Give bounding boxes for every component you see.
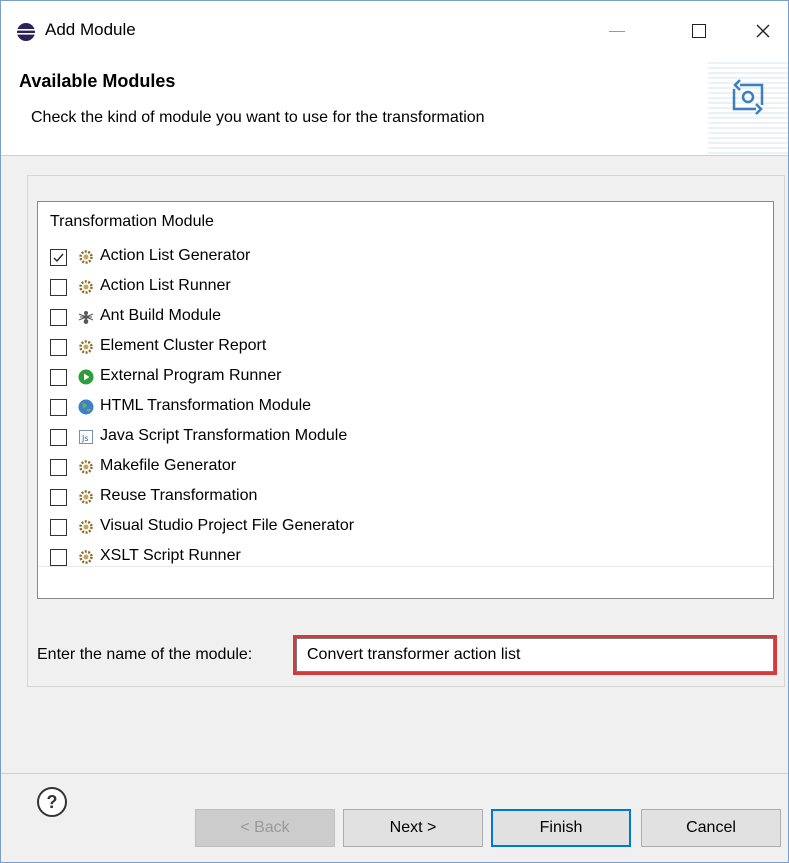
gear-icon [79,460,93,474]
checkbox[interactable] [50,309,67,326]
gear-icon [79,490,93,504]
list-item[interactable]: Reuse Transformation [38,482,773,512]
eclipse-icon [17,23,35,41]
close-button[interactable] [743,11,783,51]
back-button[interactable]: < Back [195,809,335,847]
list-item-label: Action List Generator [100,247,251,264]
ant-icon [78,311,94,324]
module-name-label: Enter the name of the module: [37,646,253,663]
list-item[interactable]: External Program Runner [38,362,773,392]
page-description: Check the kind of module you want to use… [31,109,485,126]
list-item[interactable]: Ant Build Module [38,302,773,332]
module-name-input[interactable] [296,638,774,672]
play-icon [78,369,94,385]
list-item[interactable]: XSLT Script Runner [38,542,773,572]
list-item-label: Ant Build Module [100,307,221,324]
footer-separator [1,773,788,774]
page-title: Available Modules [19,71,176,91]
checkbox[interactable] [50,519,67,536]
list-item-label: Visual Studio Project File Generator [100,517,355,534]
checkmark-icon [53,253,64,263]
globe-icon [78,399,94,415]
list-item[interactable]: Action List Runner [38,272,773,302]
list-item-label: HTML Transformation Module [100,397,312,414]
minimize-icon [609,30,625,32]
list-item[interactable]: Element Cluster Report [38,332,773,362]
list-item-label: Makefile Generator [100,457,237,474]
list-item-label: Action List Runner [100,277,231,294]
add-module-dialog: Add Module Available Modules Check the k… [0,0,789,863]
minimize-button[interactable] [597,11,637,51]
cancel-button[interactable]: Cancel [641,809,781,847]
gear-icon [79,250,93,264]
list-item-label: External Program Runner [100,367,282,384]
list-item[interactable]: Js Java Script Transformation Module [38,422,773,452]
help-button[interactable]: ? [37,787,67,817]
checkbox[interactable] [50,459,67,476]
checkbox[interactable] [50,489,67,506]
module-list[interactable]: Transformation Module Action List Genera… [37,201,774,599]
checkbox[interactable] [50,339,67,356]
gear-icon [79,280,93,294]
next-button[interactable]: Next > [343,809,483,847]
header-banner: Available Modules Check the kind of modu… [1,59,788,156]
checkbox[interactable] [50,279,67,296]
list-item-label: Element Cluster Report [100,337,267,354]
gear-icon [79,340,93,354]
checkbox[interactable] [50,549,67,566]
list-item[interactable]: Visual Studio Project File Generator [38,512,773,542]
close-icon [756,24,770,38]
list-item[interactable]: HTML Transformation Module [38,392,773,422]
gear-icon [79,550,93,564]
svg-text:Js: Js [81,434,89,443]
transform-icon [732,79,764,115]
finish-button[interactable]: Finish [491,809,631,847]
checkbox[interactable] [50,429,67,446]
maximize-button[interactable] [679,11,719,51]
list-item-label: Reuse Transformation [100,487,258,504]
window-title: Add Module [45,20,136,39]
list-item-label: XSLT Script Runner [100,547,241,564]
javascript-file-icon: Js [79,430,93,444]
maximize-icon [692,24,706,38]
list-header: Transformation Module [50,213,214,230]
checkbox[interactable] [50,249,67,266]
list-item[interactable]: Action List Generator [38,242,773,272]
module-name-field-highlight [293,635,777,675]
title-bar[interactable]: Add Module [1,1,788,59]
list-divider [38,566,773,567]
list-item-label: Java Script Transformation Module [100,427,348,444]
checkbox[interactable] [50,369,67,386]
list-item[interactable]: Makefile Generator [38,452,773,482]
gear-icon [79,520,93,534]
checkbox[interactable] [50,399,67,416]
help-icon: ? [46,791,58,812]
